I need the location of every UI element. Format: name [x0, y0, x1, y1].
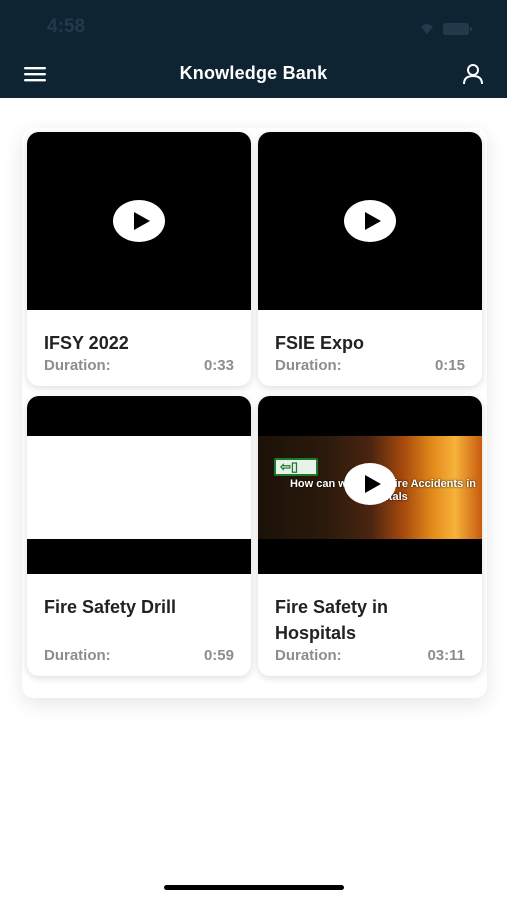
status-icons: [419, 18, 481, 38]
video-card[interactable]: FSIE Expo Duration: 0:15: [258, 132, 482, 386]
video-title: IFSY 2022: [44, 333, 129, 353]
app-header: 4:58 Knowledge Bank: [0, 0, 507, 98]
play-icon[interactable]: [344, 463, 396, 505]
exit-sign-icon: ⇦▯: [274, 458, 318, 476]
video-card[interactable]: Fire Safety Drill Duration: 0:59: [27, 396, 251, 676]
video-thumbnail[interactable]: ⇦▯ How can we avoid Fire Accidents in Ho…: [258, 396, 482, 574]
user-icon: [463, 64, 483, 85]
duration-label: Duration:: [44, 647, 111, 664]
duration-label: Duration:: [275, 647, 342, 664]
wifi-battery-icon: [421, 23, 472, 35]
video-thumbnail[interactable]: [27, 132, 251, 310]
duration-value: 0:33: [203, 357, 234, 374]
play-icon[interactable]: [344, 200, 396, 242]
video-title: FSIE Expo: [275, 333, 365, 353]
video-thumbnail[interactable]: [27, 396, 251, 574]
video-card[interactable]: ⇦▯ How can we avoid Fire Accidents in Ho…: [258, 396, 482, 676]
video-title: Fire Safety Drill: [44, 597, 177, 617]
duration-value: 0:15: [434, 357, 465, 374]
profile-button[interactable]: [461, 62, 485, 86]
duration-label: Duration:: [275, 357, 342, 374]
page-title: Knowledge Bank: [179, 63, 328, 83]
home-indicator[interactable]: [164, 885, 344, 890]
video-thumbnail[interactable]: [258, 132, 482, 310]
duration-value: 03:11: [427, 647, 465, 664]
thumbnail-frame: [27, 436, 251, 539]
duration-label: Duration:: [44, 357, 111, 374]
video-card[interactable]: IFSY 2022 Duration: 0:33: [27, 132, 251, 386]
play-icon[interactable]: [113, 200, 165, 242]
duration-value: 0:59: [203, 647, 234, 664]
status-time: 4:58: [47, 16, 86, 37]
video-title: Fire Safety in Hospitals: [275, 597, 389, 643]
